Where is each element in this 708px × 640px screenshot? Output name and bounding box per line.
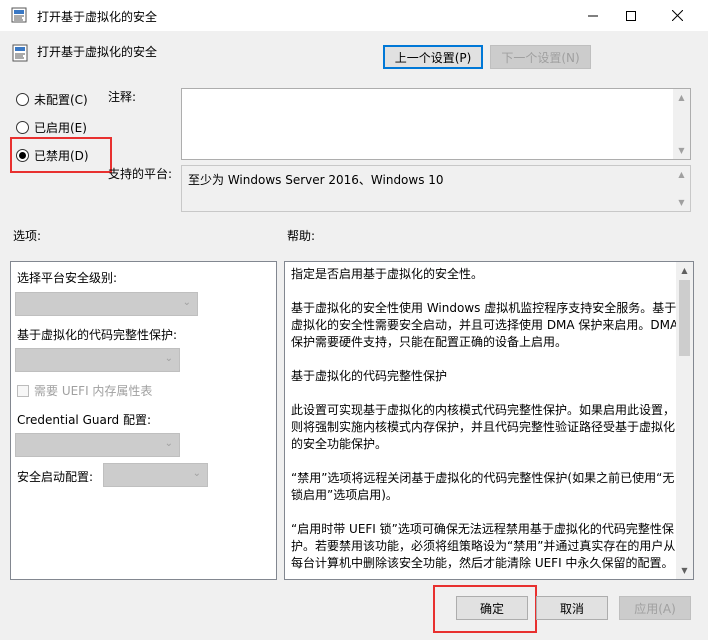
supported-on-label: 支持的平台: — [108, 167, 173, 181]
help-paragraph: 此设置可实现基于虚拟化的内核模式代码完整性保护。如果启用此设置，则将强制实施内核… — [291, 403, 676, 451]
help-label: 帮助: — [287, 229, 316, 243]
secure-launch-select[interactable]: ⌄ — [103, 463, 208, 487]
supported-on-box: 至少为 Windows Server 2016、Windows 10 ▲ ▼ — [181, 165, 691, 212]
minimize-icon — [588, 15, 598, 16]
chevron-down-icon: ⌄ — [182, 297, 191, 308]
comment-scrollbar[interactable]: ▲ ▼ — [673, 89, 690, 159]
radio-circle[interactable] — [16, 93, 29, 106]
radio-circle[interactable] — [16, 121, 29, 134]
scroll-down-arrow-icon[interactable]: ▼ — [676, 562, 693, 579]
disabled-option-highlight — [10, 137, 112, 173]
setting-icon — [12, 44, 28, 62]
platform-security-label: 选择平台安全级别: — [17, 271, 118, 285]
vbs-code-integrity-label: 基于虚拟化的代码完整性保护: — [17, 328, 178, 342]
supported-on-value: 至少为 Windows Server 2016、Windows 10 — [188, 173, 444, 187]
help-paragraph: “禁用”选项将远程关闭基于虚拟化的代码完整性保护(如果之前已使用“无锁启用”选项… — [291, 471, 675, 502]
radio-label: 未配置(C) — [34, 93, 88, 107]
secure-launch-label: 安全启动配置: — [17, 470, 94, 484]
radio-label: 已启用(E) — [34, 121, 87, 135]
uefi-memory-checkbox-label: 需要 UEFI 内存属性表 — [34, 384, 153, 398]
chevron-down-icon: ⌄ — [192, 468, 201, 479]
scroll-down-arrow-icon[interactable]: ▼ — [673, 194, 690, 211]
radio-enabled[interactable]: 已启用(E) — [16, 119, 87, 136]
comment-label: 注释: — [108, 90, 137, 104]
radio-not-configured[interactable]: 未配置(C) — [16, 91, 88, 108]
vbs-code-integrity-select[interactable]: ⌄ — [15, 348, 180, 372]
previous-setting-button[interactable]: 上一个设置(P) — [383, 45, 483, 69]
maximize-icon — [626, 10, 636, 21]
uefi-memory-checkbox-row[interactable]: 需要 UEFI 内存属性表 — [17, 382, 152, 399]
help-scrollbar[interactable]: ▲ ▼ — [676, 262, 693, 579]
comment-textbox[interactable]: ▲ ▼ — [181, 88, 691, 160]
close-icon — [671, 10, 683, 21]
help-paragraph: “启用时带 UEFI 锁”选项可确保无法远程禁用基于虚拟化的代码完整性保护。若要… — [291, 522, 676, 570]
maximize-button[interactable] — [608, 0, 654, 31]
setting-title: 打开基于虚拟化的安全 — [37, 45, 158, 59]
next-setting-button[interactable]: 下一个设置(N) — [490, 45, 591, 69]
window-title: 打开基于虚拟化的安全 — [37, 10, 158, 24]
supported-scrollbar[interactable]: ▲ ▼ — [673, 166, 690, 211]
help-paragraph: 基于虚拟化的代码完整性保护 — [291, 369, 448, 383]
scroll-up-arrow-icon[interactable]: ▲ — [676, 262, 693, 279]
close-button[interactable] — [654, 0, 700, 31]
platform-security-select[interactable]: ⌄ — [15, 292, 198, 316]
scroll-up-arrow-icon[interactable]: ▲ — [673, 166, 690, 183]
scroll-up-arrow-icon[interactable]: ▲ — [673, 89, 690, 106]
options-panel: 选择平台安全级别: ⌄ 基于虚拟化的代码完整性保护: ⌄ 需要 UEFI 内存属… — [10, 261, 277, 580]
help-paragraph: 指定是否启用基于虚拟化的安全性。 — [291, 267, 484, 281]
help-text: 指定是否启用基于虚拟化的安全性。 基于虚拟化的安全性使用 Windows 虚拟机… — [291, 266, 679, 579]
help-panel: 指定是否启用基于虚拟化的安全性。 基于虚拟化的安全性使用 Windows 虚拟机… — [284, 261, 694, 580]
scroll-down-arrow-icon[interactable]: ▼ — [673, 142, 690, 159]
credential-guard-select[interactable]: ⌄ — [15, 433, 180, 457]
cancel-button[interactable]: 取消 — [536, 596, 608, 620]
credential-guard-label: Credential Guard 配置: — [17, 413, 152, 427]
help-paragraph: 基于虚拟化的安全性使用 Windows 虚拟机监控程序支持安全服务。基于虚拟化的… — [291, 301, 679, 349]
chevron-down-icon: ⌄ — [164, 353, 173, 364]
apply-button[interactable]: 应用(A) — [619, 596, 691, 620]
title-bar: 打开基于虚拟化的安全 — [0, 0, 708, 31]
options-label: 选项: — [13, 229, 42, 243]
policy-icon — [11, 7, 27, 23]
help-scroll-thumb[interactable] — [679, 280, 690, 356]
chevron-down-icon: ⌄ — [164, 438, 173, 449]
uefi-memory-checkbox[interactable] — [17, 384, 29, 397]
ok-button-highlight — [433, 585, 537, 633]
